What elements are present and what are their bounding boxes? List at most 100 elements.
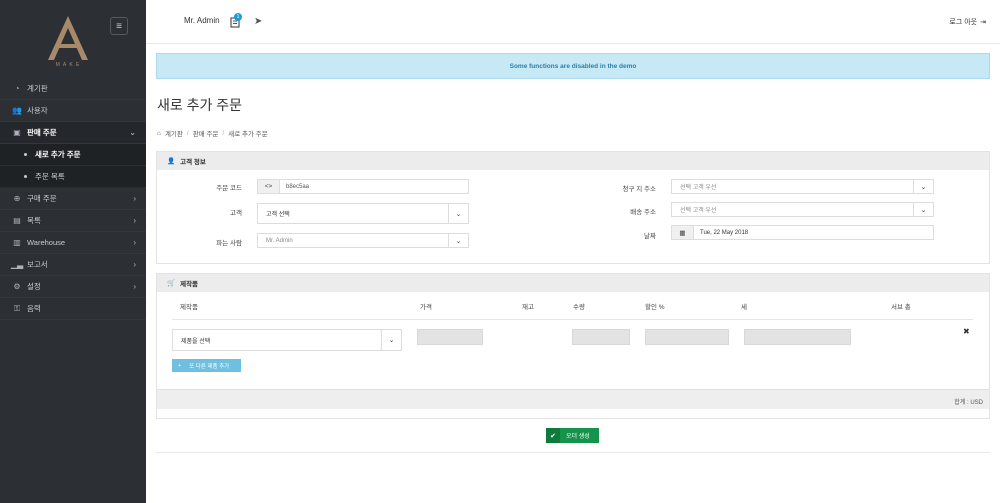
brand-logo[interactable]: M A K E <box>40 14 96 72</box>
add-product-label: 또 다른 제품 추가 <box>189 363 230 370</box>
close-icon[interactable]: ✖ <box>963 327 970 336</box>
sales-icon: ▣ <box>13 128 21 137</box>
order-code-field[interactable]: <> b8ec5aa <box>257 179 469 194</box>
sidebar-nav: ◔ 계기판 👥 사용자 ▣ 판매 주문 ⌄ 새로 추가 주문 주문 목록 ⊕ 구… <box>0 78 146 320</box>
customer-label: 고객 <box>230 210 242 217</box>
customer-select[interactable]: 고객 선택 ⌄ <box>257 203 469 224</box>
breadcrumb-item[interactable]: 계기판 <box>165 128 183 138</box>
plus-icon: + <box>178 362 182 369</box>
column-header-price: 가격 <box>420 304 432 311</box>
breadcrumb-separator: / <box>222 129 225 137</box>
discount-input[interactable] <box>645 329 729 345</box>
date-label: 날짜 <box>644 233 656 240</box>
column-header-product: 제작품 <box>180 304 198 311</box>
add-product-button[interactable]: + 또 다른 제품 추가 <box>172 359 241 372</box>
shipping-address-select[interactable]: 선택 고객 우선 ⌄ <box>671 202 934 217</box>
footer-divider <box>156 452 990 453</box>
sidebar-item-label: Warehouse <box>27 238 66 247</box>
product-select[interactable]: 제품을 선택 ⌄ <box>172 329 402 351</box>
sidebar-item-reports[interactable]: ▁▃ 보고서 › <box>0 254 146 276</box>
date-value: Tue, 22 May 2018 <box>700 229 749 236</box>
home-icon[interactable]: ⌂ <box>157 130 161 137</box>
chevron-down-icon: ⌄ <box>448 204 468 223</box>
breadcrumb-item[interactable]: 판매 주문 <box>193 128 219 138</box>
notification-badge: 1 <box>234 13 242 21</box>
send-icon[interactable]: ➤ <box>254 16 262 27</box>
column-header-discount: 할인 % <box>645 304 665 311</box>
key-icon: ⚿ <box>13 303 21 313</box>
users-icon: 👥 <box>12 106 22 115</box>
chevron-right-icon: › <box>133 282 136 291</box>
breadcrumb: ⌂ 계기판 / 판매 주문 / 새로 추가 주문 <box>157 128 268 139</box>
column-header-tax: 세 <box>741 304 747 311</box>
billing-address-label: 청구 지 주소 <box>622 186 656 193</box>
user-name[interactable]: Mr. Admin <box>184 16 220 25</box>
chevron-down-icon: ⌄ <box>129 128 136 137</box>
sidebar-item-label: 판매 주문 <box>27 128 57 137</box>
sidebar-item-calendar[interactable]: ⚿ 음력 <box>0 298 146 320</box>
sidebar-item-list[interactable]: ▤ 목록 › <box>0 210 146 232</box>
sidebar-item-label: 주문 목록 <box>35 172 65 181</box>
order-code-label: 주문 코드 <box>216 185 242 192</box>
billing-address-select[interactable]: 선택 고객 우선 ⌄ <box>671 179 934 194</box>
page-title: 새로 추가 주문 <box>157 97 243 113</box>
sidebar: M A K E ≡ ◔ 계기판 👥 사용자 ▣ 판매 주문 ⌄ 새로 추가 주문… <box>0 0 146 503</box>
column-header-stock: 재고 <box>522 304 534 311</box>
shipping-address-label: 배송 주소 <box>630 209 656 216</box>
breadcrumb-item: 새로 추가 주문 <box>228 131 268 138</box>
chevron-down-icon: ⌄ <box>381 330 401 350</box>
dashboard-icon: ◔ <box>14 84 20 93</box>
price-input[interactable] <box>417 329 483 345</box>
chevron-right-icon: › <box>133 216 136 225</box>
chevron-down-icon: ⌄ <box>913 203 933 216</box>
date-field[interactable]: ▦ Tue, 22 May 2018 <box>671 225 934 240</box>
sidebar-item-purchase-orders[interactable]: ⊕ 구매 주문 › <box>0 188 146 210</box>
panel-title: 고객 정보 <box>180 159 206 166</box>
cart-icon: 🛒 <box>167 280 176 287</box>
sidebar-item-label: 새로 추가 주문 <box>35 150 81 159</box>
chevron-down-icon: ⌄ <box>913 180 933 193</box>
product-select-value: 제품을 선택 <box>181 338 211 345</box>
chevron-right-icon: › <box>133 238 136 247</box>
tax-input[interactable] <box>744 329 851 345</box>
purchase-icon: ⊕ <box>13 194 21 203</box>
user-icon: 👤 <box>167 158 176 165</box>
menu-toggle-button[interactable]: ≡ <box>110 17 128 35</box>
chevron-down-icon: ⌄ <box>448 234 468 247</box>
panel-header: 👤 고객 정보 <box>157 152 989 170</box>
logout-label: 로그 아웃 <box>949 19 978 26</box>
sidebar-item-label: 계기판 <box>27 84 48 93</box>
brand-word: M A K E <box>55 62 81 68</box>
sidebar-item-settings[interactable]: ⚙ 설정 › <box>0 276 146 298</box>
create-order-button[interactable]: ✔ 오더 생성 <box>546 428 599 443</box>
logout-link[interactable]: 로그 아웃 ⇥ <box>949 17 986 27</box>
chevron-right-icon: › <box>133 194 136 203</box>
sidebar-item-label: 목록 <box>27 216 41 225</box>
sidebar-item-warehouse[interactable]: ▥ Warehouse › <box>0 232 146 254</box>
breadcrumb-separator: / <box>186 129 189 137</box>
sidebar-item-sales-orders[interactable]: ▣ 판매 주문 ⌄ <box>0 122 146 144</box>
warehouse-icon: ▥ <box>13 238 21 247</box>
column-header-subtotal: 서브 총 <box>891 304 911 311</box>
sidebar-item-dashboard[interactable]: ◔ 계기판 <box>0 78 146 100</box>
sidebar-item-label: 사용자 <box>27 106 48 115</box>
bullet-icon <box>24 153 27 156</box>
panel-title: 제작품 <box>180 281 199 288</box>
seller-select[interactable]: Mr. Admin ⌄ <box>257 233 469 248</box>
seller-label: 파는 사람 <box>216 240 242 247</box>
sidebar-item-new-order[interactable]: 새로 추가 주문 <box>0 144 146 166</box>
topbar: Mr. Admin 1 ➤ 로그 아웃 ⇥ <box>146 0 1000 44</box>
sidebar-submenu-sales: 새로 추가 주문 주문 목록 <box>0 144 146 188</box>
logout-icon: ⇥ <box>980 19 986 26</box>
column-header-quantity: 수량 <box>573 304 585 311</box>
check-icon: ✔ <box>546 428 560 443</box>
total-label: 합계 : USD <box>954 400 983 406</box>
hamburger-icon: ≡ <box>116 20 122 32</box>
quantity-input[interactable] <box>572 329 630 345</box>
sidebar-item-order-list[interactable]: 주문 목록 <box>0 166 146 188</box>
sidebar-item-label: 보고서 <box>27 260 48 269</box>
total-bar: 합계 : USD <box>157 389 989 409</box>
sidebar-item-users[interactable]: 👥 사용자 <box>0 100 146 122</box>
list-icon: ▤ <box>13 216 21 225</box>
code-icon: <> <box>258 180 280 193</box>
